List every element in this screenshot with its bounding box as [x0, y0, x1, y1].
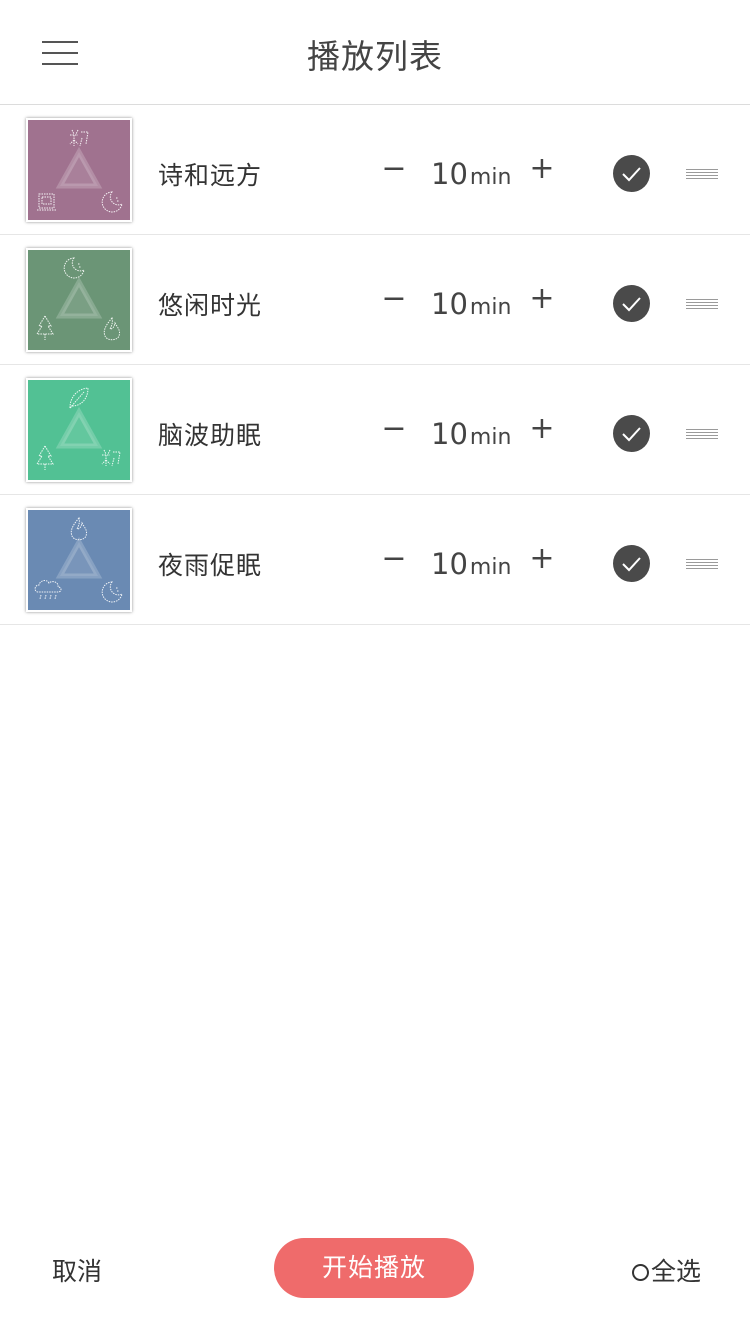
duration-value: 10min	[431, 287, 511, 321]
list-item[interactable]: 悠闲时光 − 10min +	[0, 235, 750, 365]
thumbnail-art	[28, 380, 130, 480]
checkmark-icon	[622, 557, 641, 572]
drag-handle-icon	[686, 429, 718, 430]
duration-unit: min	[469, 295, 512, 320]
decrease-button[interactable]: −	[372, 539, 416, 583]
select-all-toggle[interactable]: 全选	[632, 1252, 701, 1288]
drag-handle[interactable]	[686, 422, 718, 444]
duration-stepper: − 10min +	[370, 143, 570, 199]
increase-button[interactable]: +	[520, 279, 564, 323]
increase-button[interactable]: +	[520, 539, 564, 583]
increase-button[interactable]: +	[520, 149, 564, 193]
track-title: 夜雨促眠	[158, 551, 263, 580]
decrease-button[interactable]: −	[372, 279, 416, 323]
page-title: 播放列表	[307, 37, 443, 76]
drag-handle-icon	[686, 559, 718, 560]
duration-number: 10	[431, 287, 468, 321]
duration-unit: min	[469, 165, 512, 190]
thumbnail-art	[28, 510, 130, 610]
list-item[interactable]: 诗和远方 − 10min +	[0, 105, 750, 235]
duration-number: 10	[431, 417, 468, 451]
duration-value: 10min	[431, 417, 511, 451]
duration-number: 10	[431, 547, 468, 581]
select-checkbox[interactable]	[613, 545, 650, 582]
footer-bar: 取消 开始播放 全选	[0, 1230, 750, 1310]
track-thumbnail	[26, 508, 132, 612]
drag-handle[interactable]	[686, 552, 718, 574]
track-thumbnail	[26, 118, 132, 222]
duration-number: 10	[431, 157, 468, 191]
decrease-button[interactable]: −	[372, 149, 416, 193]
track-title: 脑波助眠	[158, 421, 263, 450]
track-thumbnail	[26, 248, 132, 352]
select-checkbox[interactable]	[613, 415, 650, 452]
duration-value: 10min	[431, 157, 511, 191]
checkmark-icon	[622, 427, 641, 442]
list-item[interactable]: 夜雨促眠 − 10min +	[0, 495, 750, 625]
track-title: 诗和远方	[158, 161, 263, 190]
thumbnail-art	[28, 120, 130, 220]
decrease-button[interactable]: −	[372, 409, 416, 453]
duration-unit: min	[469, 425, 512, 450]
list-item[interactable]: 脑波助眠 − 10min +	[0, 365, 750, 495]
thumbnail-art	[28, 250, 130, 350]
checkmark-icon	[622, 167, 641, 182]
start-playback-button[interactable]: 开始播放	[274, 1238, 474, 1298]
increase-button[interactable]: +	[520, 409, 564, 453]
drag-handle-icon	[686, 169, 718, 170]
drag-handle[interactable]	[686, 162, 718, 184]
select-all-label: 全选	[651, 1257, 702, 1286]
duration-value: 10min	[431, 547, 511, 581]
cancel-button[interactable]: 取消	[52, 1252, 102, 1288]
drag-handle-icon	[686, 299, 718, 300]
header-bar: 播放列表	[0, 0, 750, 105]
duration-stepper: − 10min +	[370, 403, 570, 459]
duration-unit: min	[469, 555, 512, 580]
checkmark-icon	[622, 297, 641, 312]
radio-circle-icon	[632, 1264, 649, 1281]
playlist: 诗和远方 − 10min + 悠闲时光 − 10min + 脑波助眠 − 10m…	[0, 105, 750, 625]
track-thumbnail	[26, 378, 132, 482]
select-checkbox[interactable]	[613, 155, 650, 192]
select-checkbox[interactable]	[613, 285, 650, 322]
duration-stepper: − 10min +	[370, 533, 570, 589]
track-title: 悠闲时光	[158, 291, 263, 320]
drag-handle[interactable]	[686, 292, 718, 314]
duration-stepper: − 10min +	[370, 273, 570, 329]
